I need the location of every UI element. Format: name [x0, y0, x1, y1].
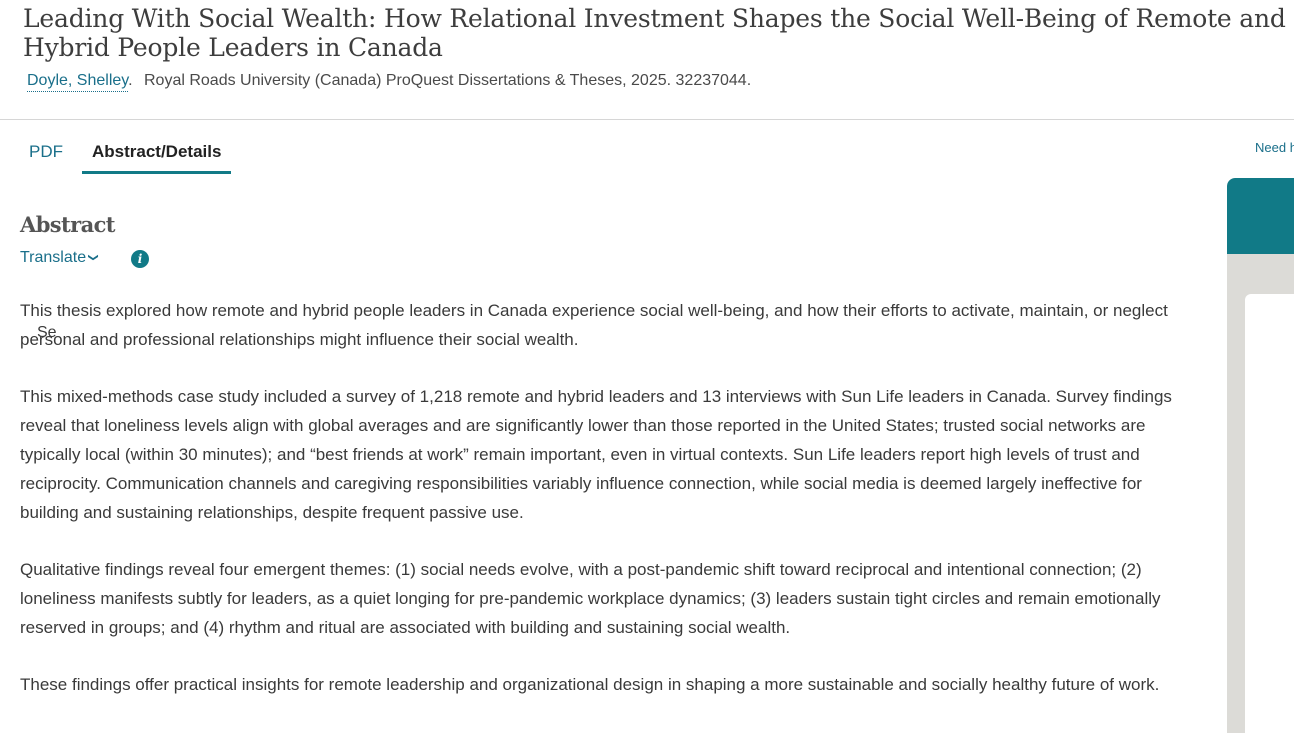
tab-pdf[interactable]: PDF: [19, 134, 73, 174]
tab-abstract-details[interactable]: Abstract/Details: [82, 134, 232, 174]
side-panel-header: [1227, 178, 1294, 254]
header-divider: [0, 119, 1294, 120]
document-tabs: PDF Abstract/Details: [19, 134, 240, 174]
citation-line: Doyle, Shelley. Royal Roads University (…: [27, 71, 752, 92]
abstract-heading: Abstract: [20, 212, 115, 237]
abstract-paragraph: This mixed-methods case study included a…: [20, 387, 1172, 522]
document-page: Leading With Social Wealth: How Relation…: [0, 0, 1294, 733]
side-panel-card: [1245, 294, 1294, 733]
citation-separator: .: [128, 72, 133, 89]
abstract-paragraph: These findings offer practical insights …: [20, 675, 1160, 694]
abstract-paragraph: Qualitative findings reveal four emergen…: [20, 560, 1161, 637]
abstract-body: This thesis explored how remote and hybr…: [20, 296, 1200, 727]
abstract-paragraph: This thesis explored how remote and hybr…: [20, 301, 1168, 349]
translate-label: Translate: [20, 249, 87, 266]
document-title: Leading With Social Wealth: How Relation…: [23, 4, 1286, 62]
chevron-down-icon: ❯: [87, 253, 99, 262]
translate-dropdown[interactable]: Translate ❯: [20, 249, 99, 267]
citation-id: 2025. 32237044.: [631, 72, 752, 89]
help-link[interactable]: Need h: [1255, 140, 1294, 155]
side-panel-text: Se: [37, 324, 57, 341]
info-icon[interactable]: i: [131, 250, 149, 268]
author-link[interactable]: Doyle, Shelley: [27, 72, 129, 92]
side-panel: [1227, 178, 1294, 733]
citation-source: Royal Roads University (Canada) ProQuest…: [144, 72, 627, 89]
